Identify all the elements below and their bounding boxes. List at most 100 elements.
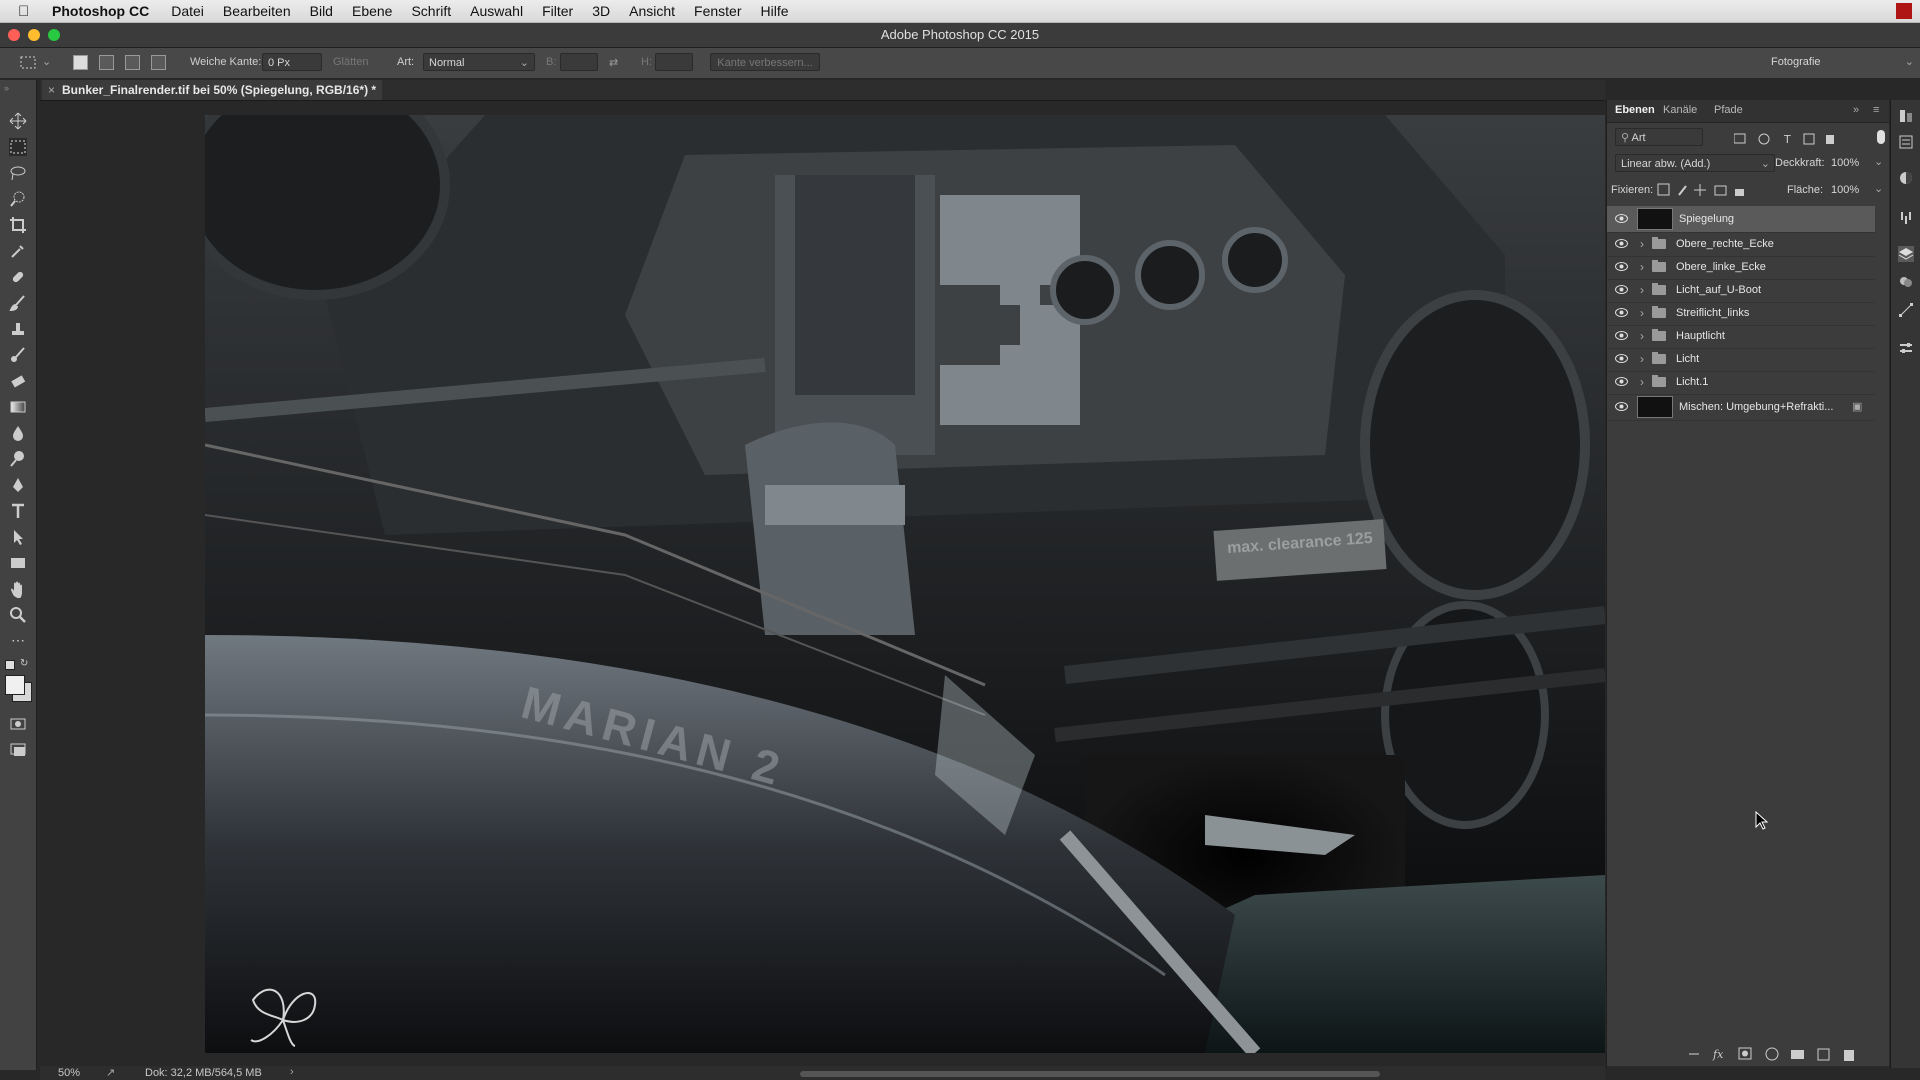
- screen-mode-icon[interactable]: [9, 741, 27, 759]
- refine-edge-button[interactable]: Kante verbessern...: [710, 53, 820, 71]
- menu-auswahl[interactable]: Auswahl: [470, 3, 523, 19]
- move-tool-icon[interactable]: [9, 112, 27, 130]
- zoom-tool-icon[interactable]: [9, 606, 27, 624]
- chevron-right-icon[interactable]: ›: [1640, 329, 1644, 343]
- menu-schrift[interactable]: Schrift: [411, 3, 451, 19]
- menu-3d[interactable]: 3D: [592, 3, 610, 19]
- menu-ebene[interactable]: Ebene: [352, 3, 392, 19]
- chevron-right-icon[interactable]: ›: [1640, 237, 1644, 251]
- eye-icon[interactable]: [1615, 402, 1628, 411]
- menu-bearbeiten[interactable]: Bearbeiten: [223, 3, 291, 19]
- chevron-right-icon[interactable]: ›: [1640, 352, 1644, 366]
- paths-panel-icon[interactable]: [1898, 302, 1914, 318]
- close-window-button[interactable]: [8, 29, 20, 41]
- tab-kanaele[interactable]: Kanäle: [1663, 104, 1697, 116]
- marquee-preset-icon[interactable]: [20, 55, 38, 71]
- minimize-window-button[interactable]: [28, 29, 40, 41]
- eye-icon[interactable]: [1615, 285, 1628, 294]
- height-input[interactable]: [655, 53, 693, 71]
- layer-row[interactable]: › Streiflicht_links: [1607, 302, 1875, 326]
- history-panel-icon[interactable]: [1898, 108, 1914, 124]
- layer-comps-panel-icon[interactable]: [1898, 340, 1914, 356]
- gradient-tool-icon[interactable]: [9, 398, 27, 416]
- pen-tool-icon[interactable]: [9, 476, 27, 494]
- intersect-selection-button[interactable]: [151, 55, 166, 70]
- eraser-tool-icon[interactable]: [9, 372, 27, 390]
- chevron-down-icon[interactable]: ⌄: [42, 55, 51, 68]
- layer-row[interactable]: › Obere_linke_Ecke: [1607, 256, 1875, 280]
- opacity-value[interactable]: 100%: [1831, 157, 1859, 169]
- add-selection-button[interactable]: [99, 55, 114, 70]
- adjustments-panel-icon[interactable]: [1898, 170, 1914, 186]
- more-tools-icon[interactable]: ⋯: [9, 632, 27, 650]
- chevron-down-icon[interactable]: ⌄: [1874, 182, 1883, 195]
- properties-panel-icon[interactable]: [1898, 134, 1914, 150]
- healing-brush-tool-icon[interactable]: [9, 268, 27, 286]
- fill-value[interactable]: 100%: [1831, 184, 1859, 196]
- feather-input[interactable]: 0 Px: [262, 53, 322, 71]
- layer-row[interactable]: Mischen: Umgebung+Refrakti... ▣: [1607, 394, 1875, 421]
- document-canvas[interactable]: U3 MARIAN 2 max. clearance 125: [205, 115, 1605, 1053]
- layer-row[interactable]: Spiegelung: [1607, 206, 1875, 233]
- width-input[interactable]: [560, 53, 598, 71]
- layer-row[interactable]: › Licht_auf_U-Boot: [1607, 279, 1875, 303]
- tab-pfade[interactable]: Pfade: [1714, 104, 1743, 116]
- swap-icon[interactable]: ⇄: [609, 56, 618, 69]
- horizontal-scrollbar[interactable]: [800, 1071, 1380, 1077]
- blend-mode-select[interactable]: Linear abw. (Add.) ⌄: [1615, 154, 1775, 172]
- layer-actions-icons[interactable]: fx: [1687, 1046, 1867, 1062]
- filter-toggle-switch[interactable]: [1877, 130, 1885, 144]
- share-icon[interactable]: ↗: [106, 1066, 115, 1079]
- menu-app-name[interactable]: Photoshop CC: [52, 3, 149, 19]
- lock-icons[interactable]: [1657, 183, 1749, 197]
- workspace-select[interactable]: Fotografie ⌄: [1766, 53, 1916, 71]
- apple-icon[interactable]: : [18, 3, 36, 20]
- chevron-right-icon[interactable]: ›: [1640, 375, 1644, 389]
- chevron-right-icon[interactable]: ›: [1640, 283, 1644, 297]
- zoom-level[interactable]: 50%: [58, 1067, 80, 1079]
- smooth-checkbox-label[interactable]: Glätten: [333, 56, 368, 68]
- eyedropper-tool-icon[interactable]: [9, 242, 27, 260]
- chevron-right-icon[interactable]: ›: [1640, 306, 1644, 320]
- clone-stamp-tool-icon[interactable]: [9, 320, 27, 338]
- channels-panel-icon[interactable]: [1898, 274, 1914, 290]
- marquee-tool-icon[interactable]: [9, 138, 27, 156]
- layer-row[interactable]: › Licht: [1607, 348, 1875, 372]
- type-tool-icon[interactable]: [9, 502, 27, 520]
- eye-icon[interactable]: [1615, 262, 1628, 271]
- swap-colors-icon[interactable]: ↻: [20, 658, 28, 669]
- document-tab[interactable]: × Bunker_Finalrender.tif bei 50% (Spiege…: [42, 80, 382, 100]
- crop-tool-icon[interactable]: [9, 216, 27, 234]
- menu-fenster[interactable]: Fenster: [694, 3, 741, 19]
- quick-selection-tool-icon[interactable]: [9, 190, 27, 208]
- chevron-down-icon[interactable]: ⌄: [1874, 155, 1883, 168]
- rectangle-tool-icon[interactable]: [9, 554, 27, 572]
- eye-icon[interactable]: [1615, 308, 1628, 317]
- subtract-selection-button[interactable]: [125, 55, 140, 70]
- chevron-right-icon[interactable]: ›: [290, 1066, 294, 1078]
- status-menu-icon[interactable]: [1896, 3, 1912, 19]
- style-select[interactable]: Normal ⌄: [423, 53, 535, 71]
- maximize-window-button[interactable]: [48, 29, 60, 41]
- collapse-panel-icon[interactable]: »: [1853, 104, 1859, 116]
- eye-icon[interactable]: [1615, 354, 1628, 363]
- collapse-icon[interactable]: »: [4, 83, 9, 93]
- eye-icon[interactable]: [1615, 331, 1628, 340]
- layer-row[interactable]: › Hauptlicht: [1607, 325, 1875, 349]
- blur-tool-icon[interactable]: [9, 424, 27, 442]
- hand-tool-icon[interactable]: [9, 580, 27, 598]
- layer-row[interactable]: › Licht.1: [1607, 371, 1875, 395]
- layer-filter-icons[interactable]: T: [1734, 132, 1854, 146]
- new-selection-button[interactable]: [73, 55, 88, 70]
- default-colors-icon[interactable]: [5, 660, 15, 670]
- menu-ansicht[interactable]: Ansicht: [629, 3, 675, 19]
- dodge-tool-icon[interactable]: [9, 450, 27, 468]
- quick-mask-icon[interactable]: [9, 715, 27, 733]
- history-brush-tool-icon[interactable]: [9, 346, 27, 364]
- brush-panel-icon[interactable]: [1898, 210, 1914, 226]
- close-icon[interactable]: ×: [48, 80, 55, 100]
- layer-row[interactable]: › Obere_rechte_Ecke: [1607, 233, 1875, 257]
- menu-hilfe[interactable]: Hilfe: [761, 3, 789, 19]
- menu-bild[interactable]: Bild: [310, 3, 333, 19]
- path-selection-tool-icon[interactable]: [9, 528, 27, 546]
